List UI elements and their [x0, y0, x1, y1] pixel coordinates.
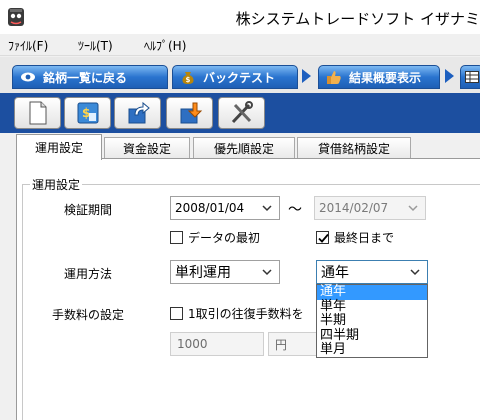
arrow-right-icon [445, 69, 454, 83]
dropdown-option[interactable]: 四半期 [317, 328, 427, 344]
summary-label: 結果概要表示 [349, 70, 422, 85]
navigation-bar: 銘柄一覧に戻る $ バックテスト 結果概要表示 [0, 57, 480, 93]
menu-bar: ﾌｧｲﾙ(F) ﾂｰﾙ(T) ﾍﾙﾌﾟ(H) [0, 34, 480, 56]
period-unit-dropdown: 通年 単年 半期 四半期 単月 [316, 284, 428, 358]
interest-type-select[interactable]: 単利運用 [170, 260, 280, 284]
period-separator: ～ [288, 202, 302, 218]
new-button[interactable] [14, 97, 61, 129]
start-date-picker[interactable]: 2008/01/04 [170, 196, 280, 220]
grid-view-button[interactable] [460, 65, 480, 89]
chevron-down-icon [262, 269, 272, 276]
tab-priority-settings[interactable]: 優先順設定 [193, 137, 295, 159]
checkbox-box [316, 231, 329, 244]
tools-icon [231, 101, 253, 124]
menu-file[interactable]: ﾌｧｲﾙ(F) [8, 37, 48, 54]
until-last-day-label: 最終日まで [334, 231, 395, 245]
dropdown-option[interactable]: 単年 [317, 299, 427, 315]
export-icon [128, 101, 150, 124]
settings-tools-button[interactable] [218, 97, 265, 129]
summary-button[interactable]: 結果概要表示 [318, 65, 440, 89]
start-date-value: 2008/01/04 [175, 201, 245, 215]
tab-capital-settings[interactable]: 資金設定 [104, 137, 190, 159]
checkbox-box [170, 307, 183, 320]
dropdown-option[interactable]: 通年 [317, 284, 427, 300]
back-to-stock-list-button[interactable]: 銘柄一覧に戻る [12, 65, 168, 89]
tab-label: 貸借銘柄設定 [317, 142, 390, 156]
commission-unit-value: 円 [275, 337, 288, 352]
backtest-button[interactable]: $ バックテスト [172, 65, 298, 89]
eye-icon [19, 69, 37, 85]
interest-type-value: 単利運用 [175, 265, 231, 281]
tab-margin-stock-settings[interactable]: 貸借銘柄設定 [297, 137, 411, 159]
end-date-value: 2014/02/07 [319, 201, 389, 215]
backtest-label: バックテスト [203, 70, 276, 85]
arrow-right-icon [302, 69, 311, 83]
calculate-button[interactable]: $ [64, 97, 111, 129]
from-data-start-checkbox[interactable]: データの最初 [170, 229, 260, 246]
tab-label: 資金設定 [122, 142, 171, 156]
dropdown-option[interactable]: 半期 [317, 313, 427, 329]
svg-text:$: $ [186, 76, 191, 84]
window-title: 株システムトレードソフト イザナミ [235, 10, 480, 28]
tab-label: 優先順設定 [213, 142, 274, 156]
chevron-down-icon [262, 205, 272, 212]
settings-tabs: 運用設定 資金設定 優先順設定 貸借銘柄設定 [0, 133, 480, 160]
commission-unit-select[interactable]: 円 [268, 332, 318, 356]
commission-amount-input[interactable]: 1000 [170, 332, 264, 356]
grid-icon [465, 71, 479, 83]
commission-checkbox[interactable]: 1取引の往復手数料を [170, 305, 304, 322]
end-date-picker[interactable]: 2014/02/07 [314, 196, 426, 220]
tab-operation-settings[interactable]: 運用設定 [16, 134, 102, 160]
dropdown-option[interactable]: 単月 [317, 342, 427, 358]
thumbs-up-icon [325, 69, 343, 85]
method-label: 運用方法 [64, 267, 113, 281]
new-document-icon [29, 101, 46, 125]
back-to-stock-list-label: 銘柄一覧に戻る [43, 70, 128, 85]
period-unit-select[interactable]: 通年 [316, 260, 428, 284]
commission-amount-value: 1000 [177, 337, 208, 351]
menu-tools[interactable]: ﾂｰﾙ(T) [78, 37, 113, 54]
commission-check-label: 1取引の往復手数料を [188, 307, 304, 321]
checkmark-icon [318, 233, 329, 243]
menu-help[interactable]: ﾍﾙﾌﾟ(H) [144, 37, 186, 54]
money-bag-icon: $ [179, 69, 197, 85]
title-bar: 株システムトレードソフト イザナミ [0, 0, 480, 34]
chevron-down-icon [408, 205, 418, 212]
period-unit-value: 通年 [321, 265, 349, 281]
period-label: 検証期間 [64, 203, 113, 217]
chevron-down-icon [410, 269, 420, 276]
app-logo-icon [8, 8, 24, 26]
from-data-start-label: データの最初 [188, 231, 261, 245]
group-title: 運用設定 [30, 176, 83, 193]
commission-label: 手数料の設定 [52, 308, 125, 322]
import-icon [180, 102, 202, 124]
toolbar: $ [0, 93, 480, 133]
tab-label: 運用設定 [34, 141, 83, 155]
import-button[interactable] [166, 97, 213, 129]
checkbox-box [170, 231, 183, 244]
calculator-icon: $ [77, 102, 98, 124]
until-last-day-checkbox[interactable]: 最終日まで [316, 229, 394, 246]
export-button[interactable] [114, 97, 161, 129]
